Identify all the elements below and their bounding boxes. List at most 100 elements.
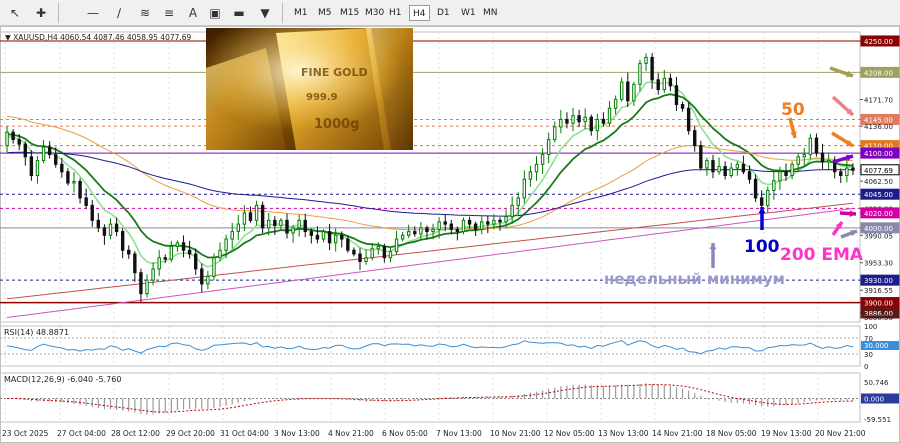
candle-body xyxy=(200,268,204,285)
photo-engraving: FINE GOLD xyxy=(301,66,368,79)
ema200-annotation: 200 EMA xyxy=(780,245,864,265)
price-tick-label: 3930.00 xyxy=(864,277,893,285)
candle-body xyxy=(431,228,435,233)
candle-body xyxy=(333,234,338,244)
candle-body xyxy=(784,171,788,177)
candle-body xyxy=(376,246,380,250)
candle-body xyxy=(400,234,405,240)
candle-body xyxy=(601,118,606,124)
candle-body xyxy=(851,167,855,171)
candle-body xyxy=(187,249,192,255)
macd-label: MACD(12,26,9) -6.040 -5.760 xyxy=(4,375,121,384)
candle-body xyxy=(303,219,307,233)
candle-body xyxy=(419,227,423,235)
candle-body xyxy=(559,118,563,128)
candle-body xyxy=(279,219,283,227)
candle-body xyxy=(699,145,703,169)
candle-body xyxy=(717,166,721,173)
candle-body xyxy=(571,115,575,124)
candle-body xyxy=(260,204,265,229)
candle-body xyxy=(41,146,46,162)
candle-body xyxy=(388,251,393,259)
candle-body xyxy=(315,234,320,240)
candle-body xyxy=(327,231,332,244)
candle-body xyxy=(772,180,776,191)
candle-body xyxy=(790,163,794,177)
candle-body xyxy=(705,160,709,169)
candle-body xyxy=(309,231,314,236)
candle-body xyxy=(510,204,514,218)
candle-body xyxy=(528,171,533,180)
candle-body xyxy=(480,221,484,230)
ema50-annotation: 50 xyxy=(781,100,805,120)
price-tick-label: 4208.00 xyxy=(864,69,893,77)
rsi-line xyxy=(6,339,854,355)
time-axis-label: 10 Nov 21:00 xyxy=(490,429,541,438)
rsi-tick-label: 100 xyxy=(864,323,877,331)
candle-body xyxy=(364,257,368,262)
candle-body xyxy=(674,85,679,105)
candle-body xyxy=(352,249,356,255)
trading-terminal: ↖ ✚ — ∕ ≋ ≡ A ▣ ▬ ▼ M1 M5 M15 M30 H1 H4 D1 W1 MN… xyxy=(0,0,900,443)
candle-body xyxy=(741,163,746,173)
candle-body xyxy=(826,160,831,163)
candle-body xyxy=(242,212,247,225)
candle-body xyxy=(583,116,587,123)
candle-body xyxy=(516,197,520,206)
candle-body xyxy=(120,231,125,251)
macd-tick-label: 0.000 xyxy=(864,395,884,403)
candle-body xyxy=(589,116,593,132)
rsi-tick-label: 30.000 xyxy=(864,342,889,350)
price-tick-label: 4077.69 xyxy=(864,167,893,175)
candle-body xyxy=(467,219,472,225)
candle-body xyxy=(711,160,715,173)
time-axis-label: 6 Nov 05:00 xyxy=(382,429,428,438)
candle-body xyxy=(522,178,527,199)
macd-panel-frame xyxy=(0,372,861,423)
candle-body xyxy=(151,268,155,281)
candle-body xyxy=(747,171,752,180)
photo-engraving: 1000g xyxy=(314,117,360,132)
candle-body xyxy=(181,242,186,251)
time-axis-label: 7 Nov 13:00 xyxy=(436,429,482,438)
candle-body xyxy=(285,219,289,234)
candle-body xyxy=(297,219,301,229)
candle-body xyxy=(382,246,387,259)
weekly-low-annotation: недельный минимум xyxy=(604,270,785,288)
price-tick-label: 4062.50 xyxy=(864,178,893,186)
candle-body xyxy=(407,231,411,236)
time-axis-label: 14 Nov 21:00 xyxy=(652,429,703,438)
candle-body xyxy=(729,167,733,177)
candle-body xyxy=(321,231,326,240)
candle-body xyxy=(169,246,174,260)
price-tick-label: 4045.00 xyxy=(864,191,893,199)
candle-body xyxy=(114,223,119,233)
candle-body xyxy=(437,221,441,230)
chart-canvas[interactable]: RSI(14) 48.8871 MACD(12,26,9) -6.040 -5.… xyxy=(0,0,900,443)
candle-body xyxy=(127,249,131,255)
time-axis-label: 4 Nov 21:00 xyxy=(328,429,374,438)
candle-body xyxy=(394,238,399,253)
photo-engraving: 999.9 xyxy=(306,92,338,103)
time-axis-label: 29 Oct 20:00 xyxy=(166,429,215,438)
candle-body xyxy=(498,219,502,223)
candle-body xyxy=(778,171,782,182)
candle-body xyxy=(796,156,800,165)
candle-body xyxy=(607,107,612,124)
rsi-tick-label: 0 xyxy=(864,363,868,371)
candle-body xyxy=(486,221,490,225)
candle-body xyxy=(206,275,210,285)
candle-body xyxy=(644,56,648,64)
candle-body xyxy=(358,253,362,262)
candle-body xyxy=(230,231,234,240)
price-tick-label: 3916.55 xyxy=(864,287,893,295)
candle-body xyxy=(753,178,758,199)
candle-body xyxy=(194,253,198,270)
candle-body xyxy=(802,154,806,158)
candle-body xyxy=(340,234,344,240)
candle-body xyxy=(638,62,642,85)
price-tick-label: 3900.00 xyxy=(864,300,893,308)
price-tick-label: 4171.70 xyxy=(864,96,893,104)
candle-body xyxy=(84,197,88,206)
time-axis-label: 31 Oct 04:00 xyxy=(220,429,269,438)
